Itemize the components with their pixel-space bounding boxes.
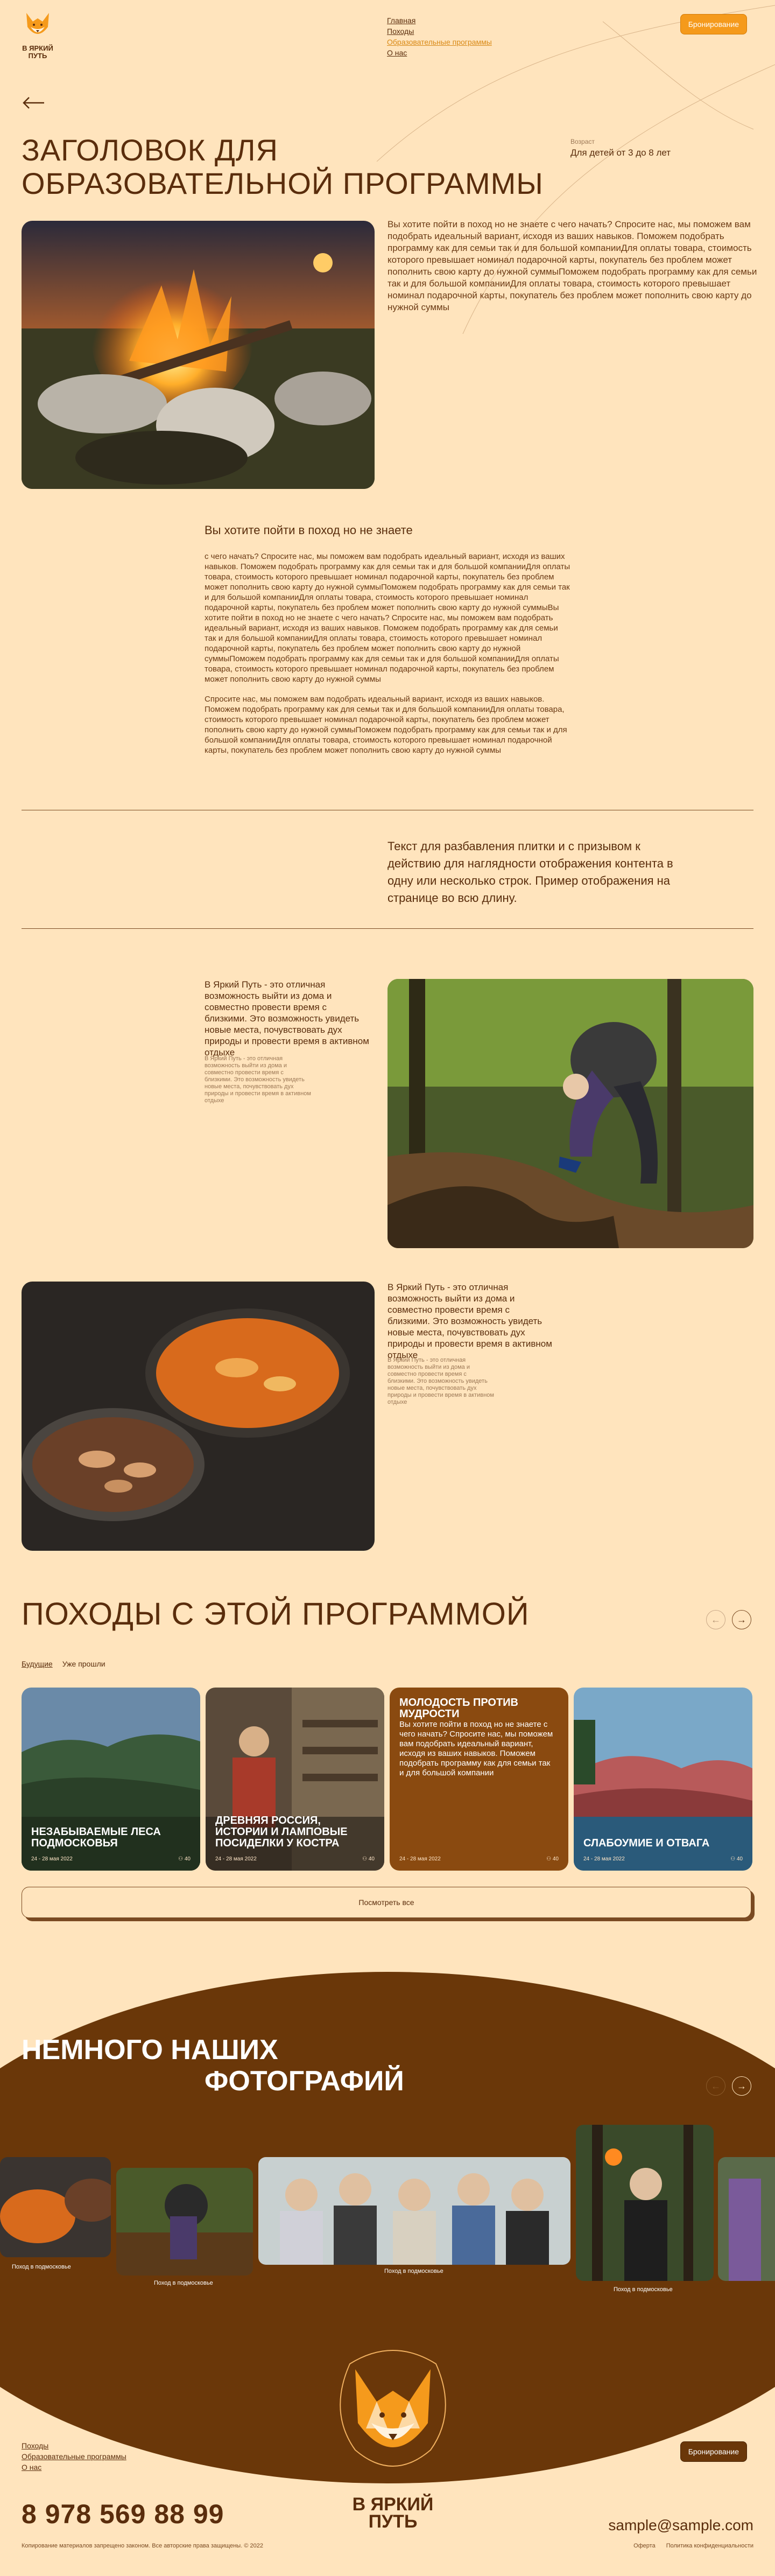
hike-card[interactable]: МОЛОДОСТЬ ПРОТИВ МУДРОСТИ Вы хотите пойт… (390, 1688, 568, 1871)
campfire-photo (22, 221, 375, 489)
gallery-caption: Поход в подмосковье (12, 2264, 71, 2270)
footer-nav: Походы Образовательные программы О нас (22, 2440, 126, 2473)
photo-gallery: Поход в подмосковье Поход в подмосковье … (0, 2125, 775, 2293)
arrow-left-icon: ← (711, 2080, 721, 2091)
hike-card-count: ⚇ 40 (362, 1856, 375, 1862)
gallery-photo[interactable] (576, 2125, 714, 2281)
people-icon: ⚇ (730, 1856, 737, 1862)
info-block-text: В Яркий Путь - это отличная возможность … (205, 979, 369, 1058)
fox-logo-icon (340, 2350, 446, 2467)
intro-title: Вы хотите пойти в поход но не знаете (205, 523, 413, 537)
nav-programs[interactable]: Образовательные программы (387, 37, 492, 47)
divider (22, 928, 753, 929)
tab-past[interactable]: Уже прошли (62, 1660, 105, 1668)
info-block-note: В Яркий Путь - это отличная возможность … (205, 1055, 311, 1104)
hike-card-date: 24 - 28 мая 2022 (31, 1856, 73, 1862)
hike-card-title: НЕЗАБЫВАЕМЫЕ ЛЕСА ПОДМОСКОВЬЯ (31, 1826, 161, 1849)
gallery-caption: Поход в подмосковье (154, 2280, 213, 2286)
hero-description: Вы хотите пойти в поход но не знаете с ч… (388, 219, 757, 312)
hike-card-date: 24 - 28 мая 2022 (583, 1856, 625, 1862)
hike-card-description: Вы хотите пойти в поход но не знаете с ч… (399, 1720, 553, 1777)
age-value: Для детей от 3 до 8 лет (570, 148, 671, 158)
copyright: Копирование материалов запрещено законом… (22, 2543, 263, 2549)
intro-section: Вы хотите пойти в поход но не знаете с ч… (205, 523, 570, 765)
hike-card[interactable]: СЛАБОУМИЕ И ОТВАГА 24 - 28 мая 2022 ⚇ 40 (574, 1688, 752, 1871)
hike-card-date: 24 - 28 мая 2022 (215, 1856, 257, 1862)
footer-nav-about[interactable]: О нас (22, 2462, 126, 2473)
footer-logo-line1: В ЯРКИЙ (352, 2494, 434, 2515)
phone-number[interactable]: 8 978 569 88 99 (22, 2498, 224, 2530)
hikes-tabs: Будущие Уже прошли (22, 1660, 105, 1668)
intro-paragraph-1: с чего начать? Спросите нас, мы поможем … (205, 552, 570, 684)
show-all-button[interactable]: Посмотреть все (22, 1887, 751, 1918)
footer-booking-button[interactable]: Бронирование (680, 2441, 747, 2462)
intro-paragraph-2: Спросите нас, мы поможем вам подобрать и… (205, 695, 567, 755)
hike-card-title: МОЛОДОСТЬ ПРОТИВ МУДРОСТИ (399, 1697, 518, 1720)
hike-card-title: СЛАБОУМИЕ И ОТВАГА (583, 1837, 710, 1849)
gallery-title-line2: ФОТОГРАФИЙ (205, 2066, 404, 2097)
hike-card-count: ⚇ 40 (546, 1856, 559, 1862)
hike-cards: НЕЗАБЫВАЕМЫЕ ЛЕСА ПОДМОСКОВЬЯ 24 - 28 ма… (22, 1688, 752, 1871)
footer-logo[interactable]: В ЯРКИЙ ПУТЬ (334, 2348, 452, 2531)
gallery-prev-button[interactable]: ← (706, 2076, 725, 2096)
arrow-right-icon: → (737, 1614, 746, 1625)
age-label: Возраст (570, 138, 595, 145)
footer-logo-line2: ПУТЬ (368, 2511, 418, 2532)
gallery-title: НЕМНОГО НАШИХ ФОТОГРАФИЙ (22, 2034, 452, 2097)
people-icon: ⚇ (362, 1856, 369, 1862)
gallery-photo[interactable] (116, 2168, 253, 2276)
back-arrow-icon[interactable] (22, 96, 45, 110)
hikes-section-title: ПОХОДЫ С ЭТОЙ ПРОГРАММОЙ (22, 1597, 530, 1632)
cta-text: Текст для разбавления плитки и с призыво… (388, 839, 673, 905)
tab-upcoming[interactable]: Будущие (22, 1660, 53, 1668)
page-title: ЗАГОЛОВОК ДЛЯ ОБРАЗОВАТЕЛЬНОЙ ПРОГРАММЫ (22, 133, 544, 200)
hike-card[interactable]: НЕЗАБЫВАЕМЫЕ ЛЕСА ПОДМОСКОВЬЯ 24 - 28 ма… (22, 1688, 200, 1871)
nav-about[interactable]: О нас (387, 47, 492, 58)
info-block-text: В Яркий Путь - это отличная возможность … (388, 1282, 552, 1360)
main-nav: Главная Походы Образовательные программы… (387, 15, 492, 58)
people-icon: ⚇ (546, 1856, 553, 1862)
people-icon: ⚇ (178, 1856, 185, 1862)
hike-card[interactable]: ДРЕВНЯЯ РОССИЯ, ИСТОРИИ И ЛАМПОВЫЕ ПОСИД… (206, 1688, 384, 1871)
gallery-photo[interactable] (258, 2157, 570, 2265)
booking-button[interactable]: Бронирование (680, 14, 747, 34)
carousel-next-button[interactable]: → (732, 1610, 751, 1629)
offer-link[interactable]: Оферта (633, 2543, 656, 2549)
gallery-caption: Поход в подмосковье (384, 2268, 443, 2274)
hike-card-date: 24 - 28 мая 2022 (399, 1856, 441, 1862)
footer-nav-hikes[interactable]: Походы (22, 2440, 126, 2451)
gallery-photo[interactable] (718, 2157, 775, 2281)
hike-card-count: ⚇ 40 (730, 1856, 743, 1862)
arrow-right-icon: → (737, 2080, 746, 2091)
hike-card-count: ⚇ 40 (178, 1856, 191, 1862)
nav-home[interactable]: Главная (387, 15, 492, 26)
email-link[interactable]: sample@sample.com (608, 2517, 753, 2534)
cooking-pots-photo (22, 1282, 375, 1551)
gallery-caption: Поход в подмосковье (614, 2286, 673, 2293)
gallery-title-line1: НЕМНОГО НАШИХ (22, 2034, 278, 2066)
hike-card-title: ДРЕВНЯЯ РОССИЯ, ИСТОРИИ И ЛАМПОВЫЕ ПОСИД… (215, 1815, 348, 1849)
hiker-photo (388, 979, 753, 1248)
nav-hikes[interactable]: Походы (387, 26, 492, 37)
arrow-left-icon: ← (711, 1614, 721, 1625)
fox-logo-icon (26, 13, 49, 34)
gallery-photo[interactable] (0, 2157, 111, 2257)
carousel-prev-button[interactable]: ← (706, 1610, 725, 1629)
privacy-link[interactable]: Политика конфиденциальности (666, 2543, 753, 2549)
footer-nav-programs[interactable]: Образовательные программы (22, 2451, 126, 2462)
info-block-note: В Яркий Путь - это отличная возможность … (388, 1357, 494, 1405)
logo[interactable]: В ЯРКИЙ ПУТЬ (22, 11, 54, 62)
logo-text-line2: ПУТЬ (28, 52, 47, 60)
page: В ЯРКИЙ ПУТЬ Главная Походы Образователь… (0, 0, 775, 2576)
legal-links: Оферта Политика конфиденциальности (633, 2543, 753, 2549)
logo-text-line1: В ЯРКИЙ (22, 44, 53, 52)
gallery-next-button[interactable]: → (732, 2076, 751, 2096)
